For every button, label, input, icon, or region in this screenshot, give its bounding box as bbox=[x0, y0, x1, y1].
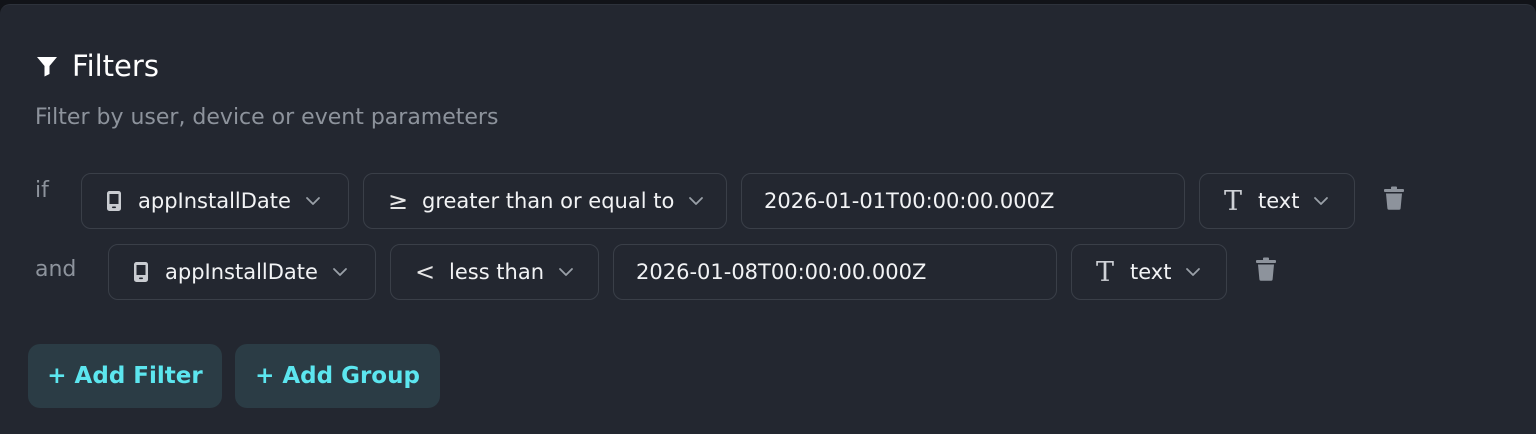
delete-filter-button[interactable] bbox=[1383, 186, 1405, 210]
value-input[interactable]: 2026-01-01T00:00:00.000Z bbox=[741, 173, 1185, 229]
less-than-icon: < bbox=[414, 258, 436, 286]
value-type-select[interactable]: T text bbox=[1071, 244, 1227, 300]
delete-filter-button[interactable] bbox=[1255, 257, 1277, 281]
operator-select[interactable]: ≥ greater than or equal to bbox=[363, 173, 727, 229]
value-input[interactable]: 2026-01-08T00:00:00.000Z bbox=[613, 244, 1057, 300]
chevron-down-icon bbox=[305, 193, 321, 209]
filter-icon bbox=[35, 54, 59, 78]
text-type-icon: T bbox=[1095, 256, 1114, 288]
device-icon bbox=[106, 190, 122, 212]
field-select[interactable]: appInstallDate bbox=[108, 244, 376, 300]
trash-icon bbox=[1255, 257, 1277, 281]
add-group-button[interactable]: + Add Group bbox=[235, 344, 440, 408]
operator-select-label: greater than or equal to bbox=[422, 189, 675, 213]
filters-panel: Filters Filter by user, device or event … bbox=[0, 4, 1536, 434]
value-type-label: text bbox=[1258, 189, 1300, 213]
value-input-text: 2026-01-01T00:00:00.000Z bbox=[764, 189, 1055, 213]
add-filter-button[interactable]: + Add Filter bbox=[28, 344, 222, 408]
operator-select[interactable]: < less than bbox=[390, 244, 599, 300]
chevron-down-icon bbox=[1185, 264, 1201, 280]
chevron-down-icon bbox=[1313, 193, 1329, 209]
chevron-down-icon bbox=[558, 264, 574, 280]
field-select-label: appInstallDate bbox=[165, 260, 318, 284]
page-subtitle: Filter by user, device or event paramete… bbox=[35, 105, 499, 130]
value-input-text: 2026-01-08T00:00:00.000Z bbox=[636, 260, 927, 284]
value-type-select[interactable]: T text bbox=[1199, 173, 1355, 229]
chevron-down-icon bbox=[688, 193, 704, 209]
field-select[interactable]: appInstallDate bbox=[81, 173, 349, 229]
text-type-icon: T bbox=[1223, 185, 1242, 217]
trash-icon bbox=[1383, 186, 1405, 210]
greater-or-equal-icon: ≥ bbox=[387, 187, 409, 215]
connector-label-and: and bbox=[35, 257, 77, 282]
page-title: Filters bbox=[72, 49, 159, 83]
device-icon bbox=[133, 261, 149, 283]
connector-label-if: if bbox=[35, 178, 49, 203]
operator-select-label: less than bbox=[449, 260, 545, 284]
chevron-down-icon bbox=[332, 264, 348, 280]
filters-header: Filters bbox=[35, 49, 159, 83]
value-type-label: text bbox=[1130, 260, 1172, 284]
field-select-label: appInstallDate bbox=[138, 189, 291, 213]
